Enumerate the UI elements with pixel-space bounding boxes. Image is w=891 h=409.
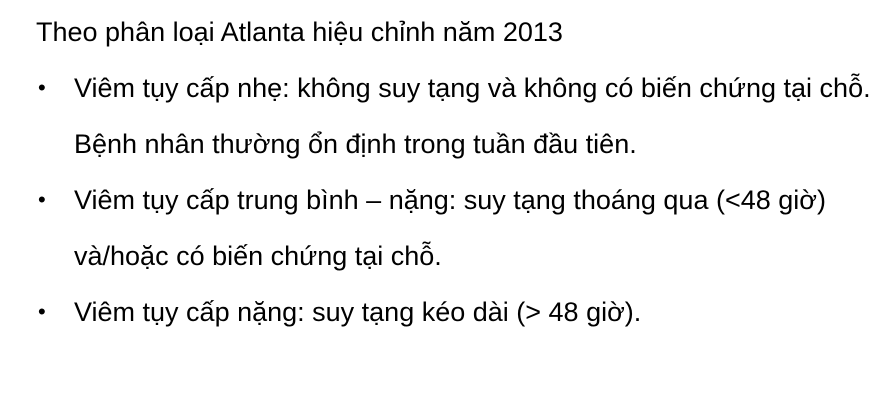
- list-item-text: Viêm tụy cấp trung bình – nặng: suy tạng…: [74, 185, 826, 271]
- classification-heading: Theo phân loại Atlanta hiệu chỉnh năm 20…: [36, 17, 563, 47]
- list-item-mild: • Viêm tụy cấp nhẹ: không suy tạng và kh…: [36, 60, 874, 172]
- list-item-moderate: • Viêm tụy cấp trung bình – nặng: suy tạ…: [36, 172, 874, 284]
- list-item-text: Viêm tụy cấp nặng: suy tạng kéo dài (> 4…: [74, 297, 642, 327]
- list-item-text: Viêm tụy cấp nhẹ: không suy tạng và khôn…: [74, 73, 871, 159]
- slide-content: Theo phân loại Atlanta hiệu chỉnh năm 20…: [36, 14, 876, 340]
- classification-list: • Viêm tụy cấp nhẹ: không suy tạng và kh…: [36, 60, 876, 340]
- bullet-icon: •: [38, 75, 46, 100]
- bullet-icon: •: [38, 299, 46, 324]
- list-item-severe: • Viêm tụy cấp nặng: suy tạng kéo dài (>…: [36, 284, 874, 340]
- bullet-icon: •: [38, 187, 46, 212]
